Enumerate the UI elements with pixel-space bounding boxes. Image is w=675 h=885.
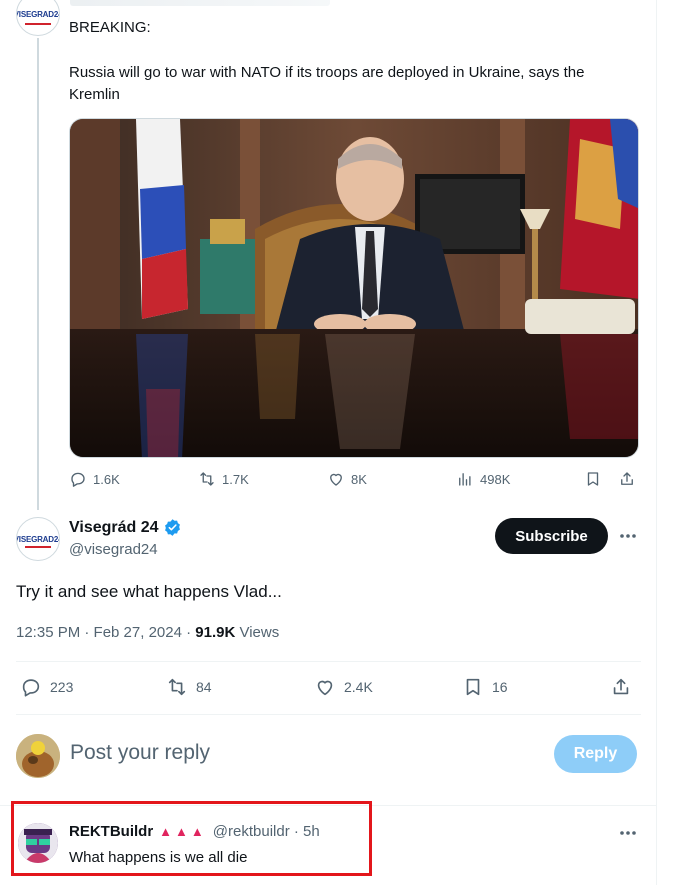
parent-like-count: 8K xyxy=(351,471,367,487)
divider xyxy=(16,661,641,662)
divider xyxy=(0,805,657,806)
reply-icon xyxy=(22,679,40,697)
reply-author-avatar[interactable] xyxy=(18,823,58,863)
reply-submit-button[interactable]: Reply xyxy=(554,735,637,773)
views-label: Views xyxy=(235,624,280,641)
main-tweet-text: Try it and see what happens Vlad... xyxy=(16,582,282,601)
cropped-header-row xyxy=(70,0,330,6)
bookmark-count: 16 xyxy=(492,679,508,695)
heart-icon xyxy=(330,473,342,486)
analytics-icon xyxy=(459,473,471,486)
photo-kremlin-table xyxy=(70,119,638,457)
like-button[interactable]: 2.4K xyxy=(314,676,373,698)
verified-badge-icon xyxy=(164,519,180,536)
rekt-avatar-image xyxy=(18,823,58,863)
timeline-column: VISEGRAD24 BREAKING: Russia will go to w… xyxy=(0,0,657,885)
more-dots-icon xyxy=(620,534,636,538)
retweet-icon xyxy=(168,678,186,696)
reply-author-badges: ▲▲▲ xyxy=(159,824,207,839)
parent-tweet-text: Russia will go to war with NATO if its t… xyxy=(69,64,585,103)
reply-icon xyxy=(71,472,85,487)
current-user-avatar[interactable] xyxy=(16,734,60,778)
parent-like-button[interactable]: 8K xyxy=(327,470,367,488)
main-tweet-actions: 223 84 2.4K 16 xyxy=(16,676,641,700)
tweet-meta: 12:35 PM · Feb 27, 2024 · 91.9K Views xyxy=(16,624,279,641)
avatar-logo-text: VISEGRAD24 xyxy=(16,534,60,544)
thread-connector-line xyxy=(37,38,39,510)
bookmark-icon xyxy=(466,678,480,696)
more-options-button[interactable] xyxy=(616,524,640,548)
parent-tweet-actions: 1.6K 1.7K 8K 498K xyxy=(69,470,639,494)
author-name-row[interactable]: Visegrád 24 xyxy=(69,518,182,537)
tweet-photo[interactable] xyxy=(69,118,639,458)
views-count: 91.9K xyxy=(195,624,236,641)
parent-reply-button[interactable]: 1.6K xyxy=(69,470,120,488)
parent-bookmark-button[interactable] xyxy=(584,470,602,488)
bookmark-icon xyxy=(587,472,599,486)
reply-count: 223 xyxy=(50,679,74,695)
heart-icon xyxy=(317,680,333,696)
divider xyxy=(16,714,641,715)
parent-share-button[interactable] xyxy=(618,470,636,488)
reply-text: What happens is we all die xyxy=(69,849,248,866)
parent-retweet-button[interactable]: 1.7K xyxy=(198,470,249,488)
share-button[interactable] xyxy=(610,676,632,698)
reply-input[interactable]: Post your reply xyxy=(70,741,210,765)
parent-tweet-heading: BREAKING: xyxy=(69,19,151,36)
avatar-logo-stripe xyxy=(25,23,51,25)
reply-button[interactable]: 223 xyxy=(20,676,73,698)
visegrad-avatar[interactable]: VISEGRAD24 xyxy=(16,0,60,36)
share-icon xyxy=(613,678,629,695)
retweet-button[interactable]: 84 xyxy=(166,676,212,698)
like-count: 2.4K xyxy=(344,679,373,695)
parent-reply-count: 1.6K xyxy=(93,471,120,487)
user-avatar-image xyxy=(16,734,60,778)
retweet-count: 84 xyxy=(196,679,212,695)
subscribe-button[interactable]: Subscribe xyxy=(495,518,608,554)
reply-author-row[interactable]: REKTBuildr ▲▲▲ @rektbuildr · 5h xyxy=(69,823,320,840)
avatar-logo-stripe xyxy=(25,546,51,548)
reply-author-name[interactable]: REKTBuildr xyxy=(69,823,153,840)
bookmark-button[interactable]: 16 xyxy=(462,676,508,698)
more-dots-icon xyxy=(620,831,636,835)
parent-views-button[interactable]: 498K xyxy=(456,470,510,488)
reply-author-handle-time[interactable]: @rektbuildr · 5h xyxy=(213,823,320,840)
share-icon xyxy=(621,472,633,485)
reply-more-options-button[interactable] xyxy=(616,822,640,844)
visegrad-avatar-main[interactable]: VISEGRAD24 xyxy=(16,517,60,561)
tweet-timestamp[interactable]: 12:35 PM · Feb 27, 2024 · xyxy=(16,624,195,641)
parent-views-count: 498K xyxy=(480,471,511,487)
author-display-name[interactable]: Visegrád 24 xyxy=(69,519,159,537)
author-handle[interactable]: @visegrad24 xyxy=(69,541,158,558)
parent-retweet-count: 1.7K xyxy=(222,471,249,487)
avatar-logo-text: VISEGRAD24 xyxy=(16,9,60,19)
retweet-icon xyxy=(200,472,214,486)
